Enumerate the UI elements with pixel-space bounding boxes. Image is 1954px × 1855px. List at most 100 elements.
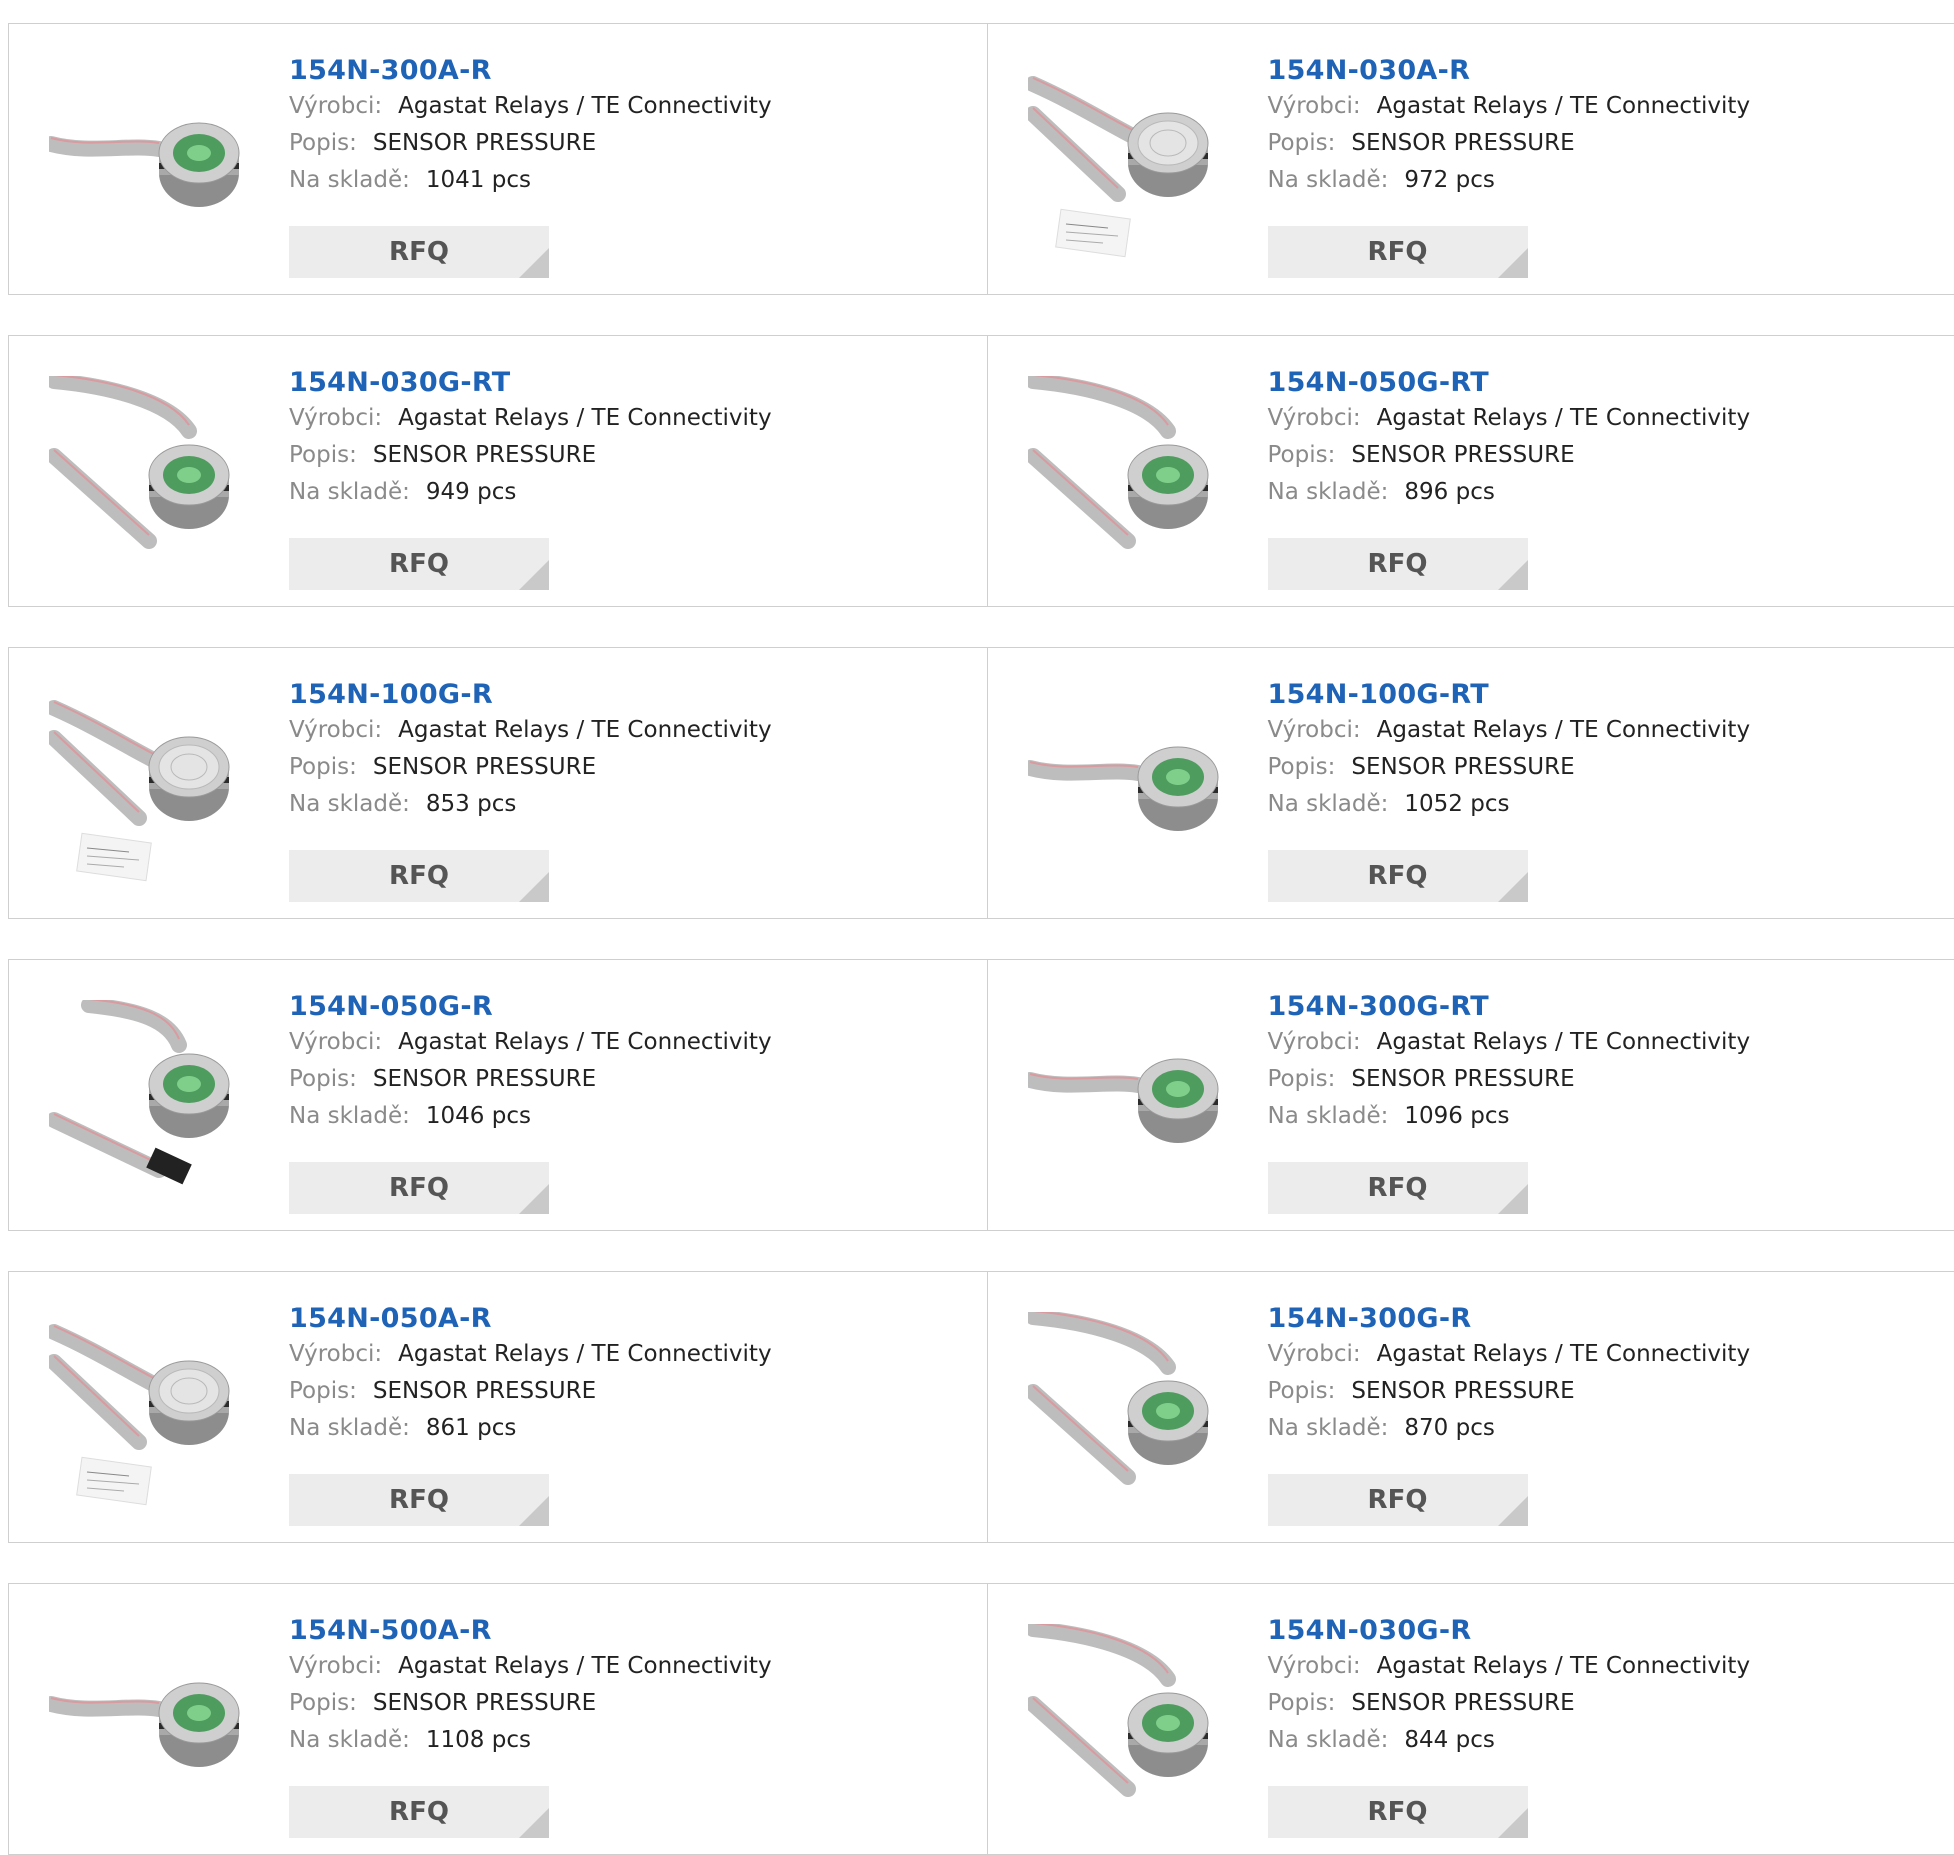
- product-card: 154N-050G-RT Výrobci:Agastat Relays / TE…: [987, 336, 1954, 606]
- part-number-link[interactable]: 154N-050G-R: [289, 990, 772, 1024]
- description-line: Popis:SENSOR PRESSURE: [289, 1373, 772, 1410]
- stock-label: Na skladě:: [289, 791, 410, 817]
- product-info: 154N-050G-R Výrobci:Agastat Relays / TE …: [289, 990, 772, 1135]
- rfq-button[interactable]: RFQ: [289, 1162, 549, 1214]
- manufacturer-label: Výrobci:: [1268, 93, 1361, 119]
- stock-line: Na skladě:1096 pcs: [1268, 1098, 1751, 1135]
- rfq-button[interactable]: RFQ: [1268, 1474, 1528, 1526]
- rfq-button[interactable]: RFQ: [289, 538, 549, 590]
- rfq-button[interactable]: RFQ: [1268, 850, 1528, 902]
- part-number-link[interactable]: 154N-030G-R: [1268, 1614, 1751, 1648]
- stock-line: Na skladě:949 pcs: [289, 474, 772, 511]
- manufacturer-value: Agastat Relays / TE Connectivity: [1377, 93, 1750, 119]
- manufacturer-label: Výrobci:: [1268, 1341, 1361, 1367]
- description-value: SENSOR PRESSURE: [373, 1378, 596, 1404]
- description-line: Popis:SENSOR PRESSURE: [1268, 437, 1751, 474]
- product-card: 154N-050A-R Výrobci:Agastat Relays / TE …: [9, 1272, 987, 1542]
- description-label: Popis:: [1268, 1066, 1336, 1092]
- product-info: 154N-030A-R Výrobci: Agastat Relays / TE …: [1268, 54, 1751, 199]
- manufacturer-line: Výrobci: Agastat Relays / TE Connectivity: [1268, 1336, 1751, 1373]
- sensor-side-ribbon-icon[interactable]: [49, 64, 249, 264]
- manufacturer-line: Výrobci:Agastat Relays / TE Connectivity: [289, 88, 772, 125]
- manufacturer-value: Agastat Relays / TE Connectivity: [398, 93, 771, 119]
- product-info: 154N-300G-R Výrobci: Agastat Relays / TE …: [1268, 1302, 1751, 1447]
- part-number-link[interactable]: 154N-300G-R: [1268, 1302, 1751, 1336]
- stock-line: Na skladě: 1046 pcs: [289, 1098, 772, 1135]
- part-number-link[interactable]: 154N-100G-R: [289, 678, 772, 712]
- stock-value: 949 pcs: [426, 479, 516, 505]
- rfq-button[interactable]: RFQ: [289, 1786, 549, 1838]
- stock-label: Na skladě:: [289, 1103, 410, 1129]
- rfq-button[interactable]: RFQ: [1268, 1786, 1528, 1838]
- part-number-link[interactable]: 154N-100G-RT: [1268, 678, 1751, 712]
- product-info: 154N-030G-R Výrobci: Agastat Relays / TE …: [1268, 1614, 1751, 1759]
- manufacturer-value: Agastat Relays / TE Connectivity: [1377, 1653, 1750, 1679]
- sensor-side-ribbon-icon[interactable]: [1028, 688, 1228, 888]
- description-label: Popis:: [1268, 1378, 1336, 1404]
- product-card: 154N-100G-R Výrobci: Agastat Relays / TE …: [9, 648, 987, 918]
- stock-value: 896 pcs: [1404, 479, 1494, 505]
- part-number-link[interactable]: 154N-030G-RT: [289, 366, 772, 400]
- manufacturer-label: Výrobci:: [289, 717, 382, 743]
- manufacturer-value: Agastat Relays / TE Connectivity: [398, 717, 771, 743]
- description-line: Popis: SENSOR PRESSURE: [1268, 1685, 1751, 1722]
- description-label: Popis:: [289, 442, 357, 468]
- part-number-link[interactable]: 154N-050A-R: [289, 1302, 772, 1336]
- sensor-ribbon-loop-icon[interactable]: [1028, 1624, 1228, 1824]
- sensor-side-ribbon-icon[interactable]: [1028, 1000, 1228, 1200]
- description-value: SENSOR PRESSURE: [1351, 1378, 1574, 1404]
- part-number-link[interactable]: 154N-500A-R: [289, 1614, 772, 1648]
- stock-line: Na skladě:896 pcs: [1268, 474, 1751, 511]
- stock-line: Na skladě:1041 pcs: [289, 162, 772, 199]
- description-label: Popis:: [1268, 442, 1336, 468]
- description-line: Popis:SENSOR PRESSURE: [1268, 749, 1751, 786]
- sensor-ribbon-loop-icon[interactable]: [1028, 1312, 1228, 1512]
- description-label: Popis:: [289, 1690, 357, 1716]
- stock-value: 853 pcs: [426, 791, 516, 817]
- description-value: SENSOR PRESSURE: [373, 130, 596, 156]
- part-number-link[interactable]: 154N-300G-RT: [1268, 990, 1751, 1024]
- manufacturer-label: Výrobci:: [1268, 717, 1361, 743]
- stock-label: Na skladě:: [289, 1727, 410, 1753]
- description-label: Popis:: [1268, 1690, 1336, 1716]
- rfq-button[interactable]: RFQ: [289, 1474, 549, 1526]
- product-info: 154N-300A-R Výrobci:Agastat Relays / TE …: [289, 54, 772, 199]
- stock-line: Na skladě:1108 pcs: [289, 1722, 772, 1759]
- rfq-button[interactable]: RFQ: [1268, 1162, 1528, 1214]
- product-info: 154N-030G-RT Výrobci:Agastat Relays / TE…: [289, 366, 772, 511]
- sensor-connector-icon[interactable]: [49, 1000, 249, 1200]
- description-line: Popis:SENSOR PRESSURE: [289, 749, 772, 786]
- description-value: SENSOR PRESSURE: [373, 442, 596, 468]
- stock-value: 844 pcs: [1404, 1727, 1494, 1753]
- manufacturer-label: Výrobci:: [289, 1653, 382, 1679]
- product-info: 154N-050A-R Výrobci:Agastat Relays / TE …: [289, 1302, 772, 1447]
- sensor-ribbon-loop-icon[interactable]: [49, 376, 249, 576]
- manufacturer-line: Výrobci:Agastat Relays / TE Connectivity: [289, 1336, 772, 1373]
- manufacturer-value: Agastat Relays / TE Connectivity: [398, 1653, 771, 1679]
- manufacturer-value: Agastat Relays / TE Connectivity: [1377, 1341, 1750, 1367]
- part-number-link[interactable]: 154N-300A-R: [289, 54, 772, 88]
- stock-line: Na skladě:1052 pcs: [1268, 786, 1751, 823]
- rfq-button[interactable]: RFQ: [1268, 538, 1528, 590]
- description-label: Popis:: [289, 754, 357, 780]
- product-row: 154N-500A-R Výrobci: Agastat Relays / TE …: [8, 1583, 1954, 1855]
- sensor-ribbon-loop-icon[interactable]: [1028, 376, 1228, 576]
- sensor-flat-label-icon[interactable]: [49, 1312, 249, 1512]
- rfq-button[interactable]: RFQ: [289, 226, 549, 278]
- sensor-flat-label-icon[interactable]: [49, 688, 249, 888]
- manufacturer-line: Výrobci:Agastat Relays / TE Connectivity: [1268, 1024, 1751, 1061]
- part-number-link[interactable]: 154N-030A-R: [1268, 54, 1751, 88]
- rfq-button[interactable]: RFQ: [289, 850, 549, 902]
- part-number-link[interactable]: 154N-050G-RT: [1268, 366, 1751, 400]
- description-line: Popis:SENSOR PRESSURE: [289, 1685, 772, 1722]
- description-line: Popis:SENSOR PRESSURE: [289, 1061, 772, 1098]
- manufacturer-value: Agastat Relays / TE Connectivity: [398, 405, 771, 431]
- description-value: SENSOR PRESSURE: [1351, 1690, 1574, 1716]
- stock-line: Na skladě:861 pcs: [289, 1410, 772, 1447]
- sensor-flat-label-icon[interactable]: [1028, 64, 1228, 264]
- stock-value: 1046 pcs: [426, 1103, 531, 1129]
- rfq-button[interactable]: RFQ: [1268, 226, 1528, 278]
- manufacturer-label: Výrobci:: [1268, 1653, 1361, 1679]
- sensor-side-ribbon-icon[interactable]: [49, 1624, 249, 1824]
- manufacturer-line: Výrobci: Agastat Relays / TE Connectivity: [1268, 1648, 1751, 1685]
